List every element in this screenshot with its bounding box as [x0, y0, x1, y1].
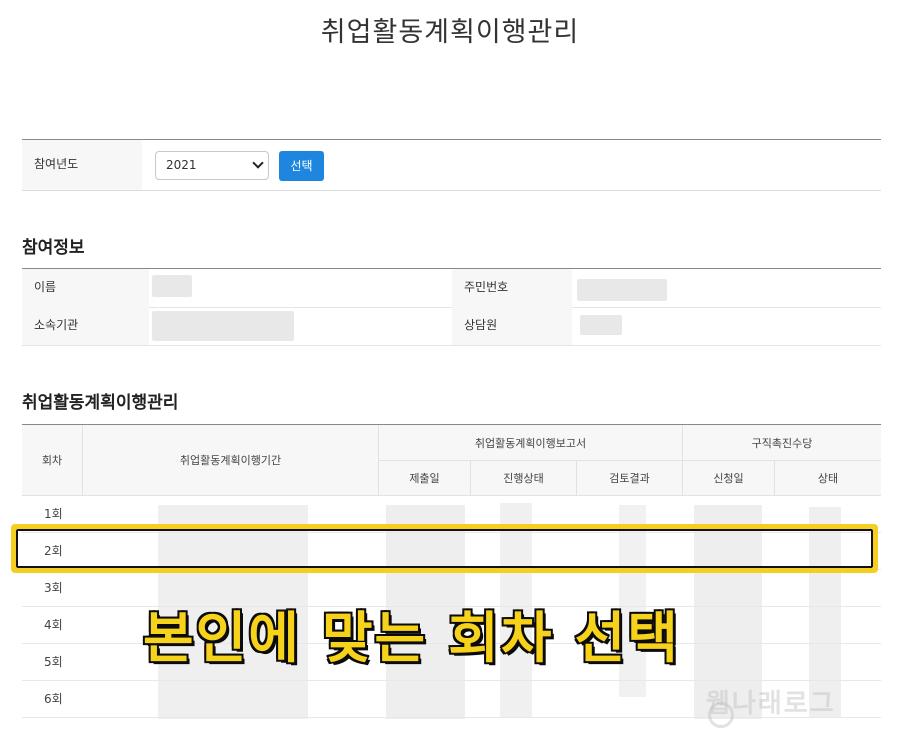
header-report-group: 취업활동계획이행보고서	[379, 425, 683, 461]
year-selector-row: 참여년도 2021 선택	[22, 139, 881, 191]
agency-value-redacted	[152, 311, 294, 341]
counselor-value-redacted	[580, 315, 622, 335]
rrn-label: 주민번호	[452, 269, 572, 307]
overlay-caption: 본인에 맞는 회차 선택	[142, 605, 680, 672]
name-label: 이름	[22, 269, 149, 307]
header-allowance-group: 구직촉진수당	[683, 425, 881, 461]
year-dropdown-value: 2021	[166, 158, 197, 172]
watermark: 웹나래로그	[706, 689, 836, 719]
round-cell: 5회	[44, 655, 63, 669]
highlight-box	[11, 524, 878, 573]
round-cell: 4회	[44, 618, 63, 632]
header-review: 검토결과	[577, 461, 683, 496]
counselor-label: 상담원	[452, 307, 572, 345]
rrn-value-redacted	[577, 279, 667, 301]
highlight-inner-border	[16, 529, 873, 568]
year-dropdown[interactable]: 2021	[155, 151, 269, 180]
header-submit-date: 제출일	[379, 461, 471, 496]
info-row: 이름 주민번호	[22, 269, 881, 308]
header-round: 회차	[22, 425, 83, 496]
participant-info-table: 이름 주민번호 소속기관 상담원	[22, 268, 881, 346]
select-button[interactable]: 선택	[279, 151, 324, 181]
header-progress: 진행상태	[471, 461, 577, 496]
page-title: 취업활동계획이행관리	[320, 17, 580, 48]
header-apply-date: 신청일	[683, 461, 775, 496]
management-table: 회차 취업활동계획이행기간 취업활동계획이행보고서 구직촉진수당 제출일 진행상…	[22, 424, 881, 719]
header-period: 취업활동계획이행기간	[83, 425, 379, 496]
header-status: 상태	[775, 461, 881, 496]
year-label: 참여년도	[22, 140, 142, 190]
management-heading: 취업활동계획이행관리	[22, 393, 179, 413]
chevron-down-icon	[252, 157, 264, 169]
round-cell: 6회	[44, 692, 63, 706]
agency-label: 소속기관	[22, 307, 149, 345]
round-cell: 3회	[44, 581, 63, 595]
name-value-redacted	[152, 275, 192, 297]
participant-info-heading: 참여정보	[22, 238, 85, 258]
info-row: 소속기관 상담원	[22, 307, 881, 346]
